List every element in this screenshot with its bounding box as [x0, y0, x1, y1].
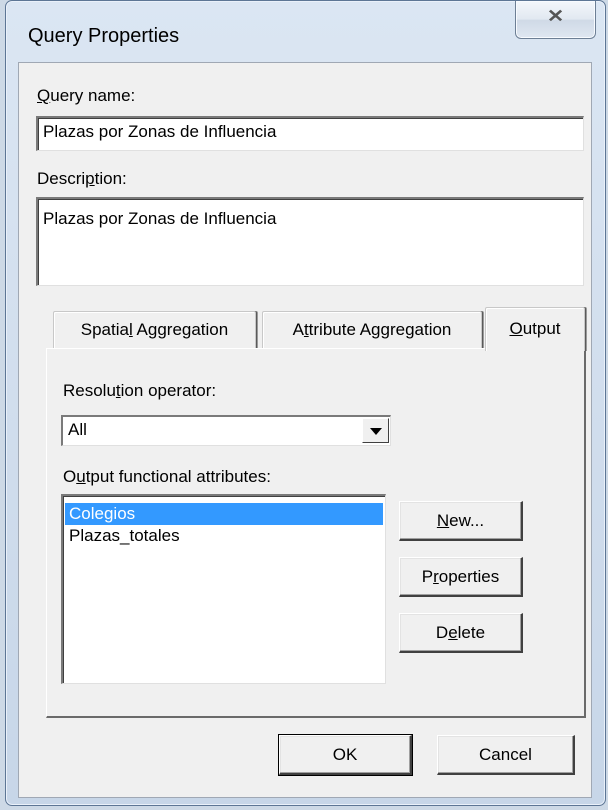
dropdown-arrow-button[interactable] — [362, 418, 389, 443]
list-item-colegios[interactable]: Colegios — [65, 503, 383, 525]
output-attributes-label: Output functional attributes: — [63, 467, 271, 486]
chevron-down-icon — [370, 428, 382, 435]
new-button[interactable]: New... — [399, 501, 523, 541]
properties-button[interactable]: Properties — [399, 557, 523, 597]
cancel-button[interactable]: Cancel — [437, 735, 575, 775]
output-attributes-list[interactable]: Colegios Plazas_totales — [61, 494, 386, 684]
ok-button[interactable]: OK — [278, 734, 413, 776]
resolution-operator-select[interactable]: All — [61, 415, 391, 446]
tab-spatial-aggregation[interactable]: Spatial Aggregation — [53, 311, 256, 349]
query-name-input[interactable]: Plazas por Zonas de Influencia — [36, 116, 584, 151]
description-label: Description: — [37, 169, 127, 188]
tab-output[interactable]: Output — [485, 307, 585, 351]
resolution-operator-value: All — [68, 420, 87, 439]
query-name-label: Query name: — [37, 86, 136, 105]
window-title: Query Properties — [28, 25, 180, 47]
close-button[interactable]: ✕ — [515, 1, 596, 39]
delete-button[interactable]: Delete — [399, 613, 523, 653]
resolution-operator-label: Resolution operator: — [63, 381, 217, 400]
list-item-plazas-totales[interactable]: Plazas_totales — [65, 525, 383, 547]
close-icon: ✕ — [546, 6, 565, 26]
description-textarea[interactable]: Plazas por Zonas de Influencia — [36, 197, 584, 286]
tab-attribute-aggregation[interactable]: Attribute Aggregation — [262, 311, 482, 349]
